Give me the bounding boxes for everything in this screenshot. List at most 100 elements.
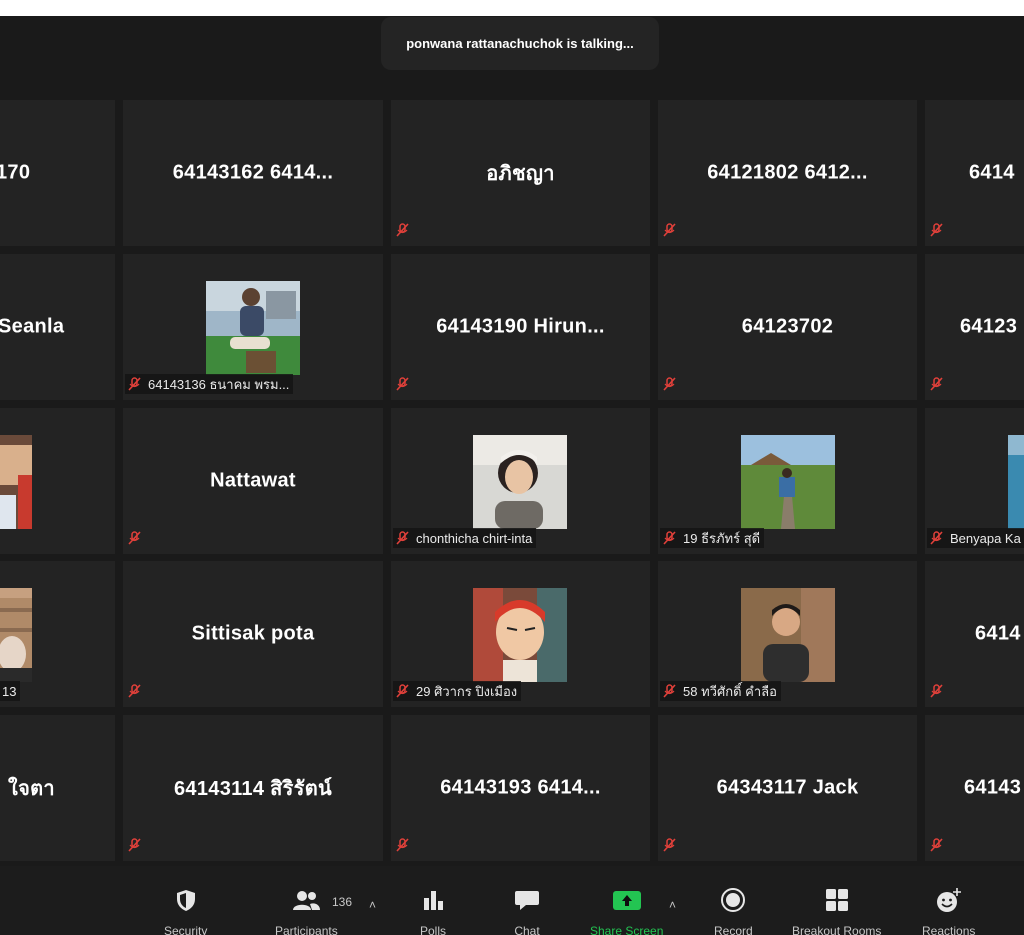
video-tile[interactable]: ใจตา [0, 715, 115, 861]
participant-photo [741, 435, 835, 529]
participant-name: 19 ธีรภัทร์ สุดี [683, 530, 761, 546]
nameplate: 13 [0, 681, 21, 701]
share-screen-button[interactable]: Share Screen [590, 886, 663, 935]
nameplate [927, 374, 954, 394]
mic-muted-icon [929, 222, 945, 238]
participant-name: อภิชญา [486, 163, 555, 185]
participant-name: 6414 [969, 161, 1015, 184]
video-tile[interactable]: 64143114 สิริรัตน์ [123, 715, 383, 861]
breakout-rooms-button[interactable]: Breakout Rooms [792, 886, 881, 935]
participant-name: 64343117 Jack [716, 776, 859, 799]
participant-name: 64143162 6414... [172, 161, 334, 184]
nameplate [660, 220, 687, 240]
reactions-label: Reactions [922, 924, 976, 935]
active-speaker-banner: ponwana rattanachuchok is talking... [381, 17, 659, 70]
participants-count: 136 [332, 895, 353, 909]
participant-name: 6414 [975, 622, 1021, 645]
mic-muted-icon [662, 222, 678, 238]
nameplate: 19 ธีรภัทร์ สุดี [660, 528, 765, 548]
mic-muted-icon [662, 837, 678, 853]
video-tile[interactable]: chonthicha chirt-inta [391, 408, 650, 554]
video-tile[interactable]: 64143 [925, 715, 1024, 861]
video-tile[interactable]: 64123 [925, 254, 1024, 400]
video-tile[interactable] [0, 408, 115, 554]
video-tile[interactable]: 64343117 Jack [658, 715, 917, 861]
video-tile[interactable]: 64121802 6412... [658, 100, 917, 246]
mic-muted-icon [662, 683, 678, 699]
mic-muted-icon [127, 683, 143, 699]
nameplate [927, 220, 954, 240]
mic-muted-icon [929, 530, 945, 546]
video-tile[interactable]: อภิชญา [391, 100, 650, 246]
video-tile[interactable]: Benyapa Ka [925, 408, 1024, 554]
nameplate [660, 835, 687, 855]
nameplate [660, 374, 687, 394]
polls-label: Polls [420, 924, 447, 935]
nameplate: Benyapa Ka [927, 528, 1024, 548]
breakout-rooms-icon [825, 889, 848, 911]
chat-label: Chat [514, 924, 540, 935]
nameplate [927, 835, 954, 855]
video-tile[interactable]: 6414 [925, 100, 1024, 246]
video-tile[interactable]: 58 ทวีศักดิ์ คำลือ [658, 561, 917, 707]
participants-button[interactable]: Participants [275, 886, 338, 935]
video-tile[interactable]: 13 [0, 561, 115, 707]
participants-icon [293, 891, 321, 910]
video-tile[interactable]: 170 [0, 100, 115, 246]
share-screen-caret-icon[interactable]: ˄ [669, 898, 676, 912]
nameplate: 58 ทวีศักดิ์ คำลือ [660, 681, 781, 701]
mic-muted-icon [395, 222, 411, 238]
mic-muted-icon [395, 530, 411, 546]
participants-caret-icon[interactable]: ˄ [369, 898, 376, 912]
mic-muted-icon [929, 683, 945, 699]
video-tile[interactable]: 64143190 Hirun... [391, 254, 650, 400]
participant-photo [741, 588, 835, 682]
mic-muted-icon [395, 683, 411, 699]
video-tile[interactable]: 19 ธีรภัทร์ สุดี [658, 408, 917, 554]
video-tile[interactable]: 64123702 [658, 254, 917, 400]
video-tile[interactable]: Nattawat [123, 408, 383, 554]
participant-name: 29 ศิวากร ปิงเมือง [416, 683, 518, 699]
video-tile[interactable]: 64143136 ธนาคม พรม... [123, 254, 383, 400]
participant-photo [0, 435, 32, 529]
video-tile[interactable]: Sittisak pota [123, 561, 383, 707]
nameplate: chonthicha chirt-inta [393, 528, 537, 548]
record-label: Record [714, 924, 753, 935]
participant-name: 64143136 ธนาคม พรม... [148, 376, 290, 392]
mic-muted-icon [127, 837, 143, 853]
participant-name: Benyapa Ka [950, 530, 1021, 546]
mic-muted-icon [929, 837, 945, 853]
video-tile[interactable]: 6414 [925, 561, 1024, 707]
participant-photo [473, 588, 567, 682]
participant-photo [473, 435, 567, 529]
reactions-button[interactable]: Reactions [922, 886, 975, 935]
participant-name: Sittisak pota [191, 622, 315, 645]
mic-muted-icon [395, 837, 411, 853]
security-button[interactable]: Security [164, 886, 207, 935]
record-button[interactable]: Record [714, 886, 753, 935]
participant-name: 64143114 สิริรัตน์ [174, 778, 332, 800]
video-tile[interactable]: 64143162 6414... [123, 100, 383, 246]
nameplate [125, 681, 152, 701]
share-screen-icon [612, 891, 641, 910]
participant-name: 170 [0, 161, 31, 184]
shield-icon [176, 890, 195, 911]
mic-muted-icon [662, 530, 678, 546]
video-tile[interactable]: Seanla [0, 254, 115, 400]
mic-muted-icon [127, 376, 143, 392]
polls-button[interactable]: Polls [420, 886, 446, 935]
video-tile[interactable]: 64143193 6414... [391, 715, 650, 861]
participant-name: 64123 [960, 315, 1018, 338]
record-icon [721, 888, 746, 912]
video-gallery: 170 64143162 6414... อภิชญา 64121802 641… [0, 16, 1024, 866]
participant-name: 64123702 [741, 315, 834, 338]
participant-name: 64143 [964, 776, 1022, 799]
video-tile[interactable]: 29 ศิวากร ปิงเมือง [391, 561, 650, 707]
breakout-rooms-label: Breakout Rooms [792, 924, 882, 935]
nameplate [125, 528, 152, 548]
chat-icon [515, 891, 539, 910]
chat-button[interactable]: Chat [514, 886, 540, 935]
participant-name: chonthicha chirt-inta [416, 530, 533, 546]
participant-name: Nattawat [210, 469, 296, 492]
mic-muted-icon [662, 376, 678, 392]
